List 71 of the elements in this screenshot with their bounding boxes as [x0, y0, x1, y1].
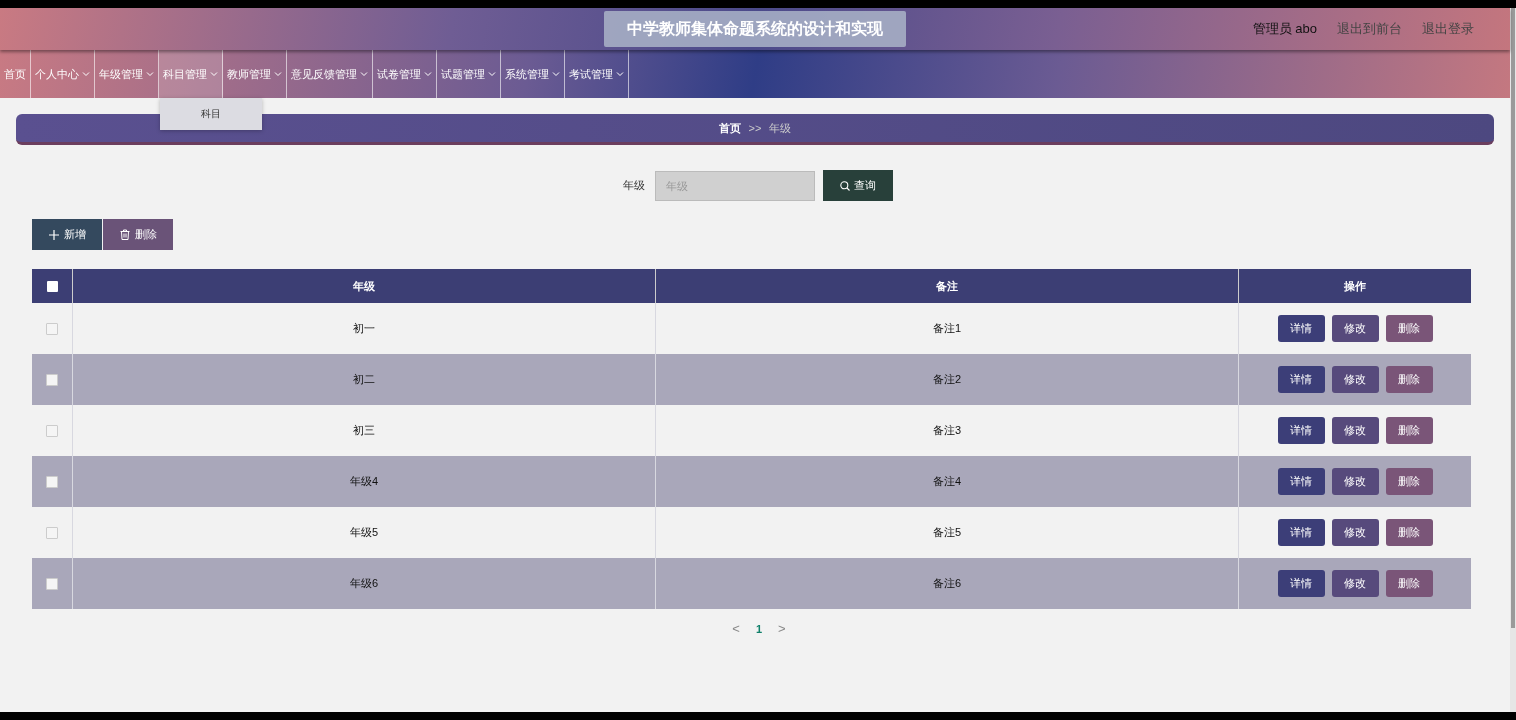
breadcrumb-link[interactable]: 首页 — [718, 120, 741, 136]
column-header: 备注 — [655, 269, 1238, 303]
nav-item[interactable]: 试卷管理 — [373, 50, 437, 98]
table-cell: 备注6 — [932, 576, 962, 591]
table-cell: 备注3 — [932, 423, 962, 438]
nav-item[interactable]: 试题管理 — [437, 50, 501, 98]
table-cell: 年级5 — [349, 525, 379, 540]
column-header: 操作 — [1238, 269, 1471, 303]
chevron-down-icon — [616, 71, 624, 77]
chevron-down-icon — [424, 71, 432, 77]
detail-button[interactable]: 详情 — [1277, 315, 1325, 342]
table-cell: 初二 — [353, 372, 375, 387]
menu-item[interactable]: 科目 — [160, 102, 262, 126]
table-cell: 备注2 — [932, 372, 962, 387]
breadcrumb-current: 年级 — [769, 120, 792, 136]
delete-button[interactable]: 删除 — [1385, 468, 1433, 495]
row-checkbox[interactable] — [46, 577, 58, 590]
edit-button[interactable]: 修改 — [1331, 570, 1379, 597]
delete-button[interactable]: 删除 — [1385, 315, 1433, 342]
table-cell: 年级6 — [349, 576, 379, 591]
search-label: 年级 — [622, 178, 645, 193]
edit-button[interactable]: 修改 — [1331, 468, 1379, 495]
chevron-down-icon — [146, 71, 154, 77]
chevron-down-icon — [488, 71, 496, 77]
search-button[interactable]: 查询 — [822, 170, 893, 201]
window-title: 中学教师集体命题系统的设计和实现 — [604, 11, 906, 47]
table-cell: 备注4 — [932, 474, 962, 489]
row-checkbox[interactable] — [46, 373, 58, 386]
add-button[interactable]: 新增 — [32, 219, 102, 250]
page-number[interactable]: 1 — [755, 622, 763, 635]
nav-item[interactable]: 年级管理 — [95, 50, 159, 98]
row-checkbox[interactable] — [46, 322, 58, 335]
search-icon — [839, 180, 850, 191]
chevron-down-icon — [360, 71, 368, 77]
detail-button[interactable]: 详情 — [1277, 417, 1325, 444]
column-header: 年级 — [72, 269, 655, 303]
delete-button[interactable]: 删除 — [103, 219, 173, 250]
user-name: 管理员 abo — [1252, 20, 1317, 38]
select-all-checkbox[interactable] — [46, 280, 58, 292]
table-cell: 初三 — [353, 423, 375, 438]
detail-button[interactable]: 详情 — [1277, 468, 1325, 495]
edit-button[interactable]: 修改 — [1331, 315, 1379, 342]
chevron-down-icon — [82, 71, 90, 77]
chevron-down-icon — [552, 71, 560, 77]
edit-button[interactable]: 修改 — [1331, 366, 1379, 393]
edit-button[interactable]: 修改 — [1331, 519, 1379, 546]
plus-icon — [48, 229, 59, 240]
detail-button[interactable]: 详情 — [1277, 570, 1325, 597]
nav-item[interactable]: 意见反馈管理 — [287, 50, 373, 98]
table-cell: 年级4 — [349, 474, 379, 489]
breadcrumb-separator: >> — [748, 122, 762, 134]
delete-button[interactable]: 删除 — [1385, 519, 1433, 546]
nav-item[interactable]: 系统管理 — [501, 50, 565, 98]
row-checkbox[interactable] — [46, 475, 58, 488]
nav-item[interactable]: 个人中心 — [31, 50, 95, 98]
detail-button[interactable]: 详情 — [1277, 366, 1325, 393]
detail-button[interactable]: 详情 — [1277, 519, 1325, 546]
nav-item[interactable]: 教师管理 — [223, 50, 287, 98]
row-checkbox[interactable] — [46, 424, 58, 437]
table-cell: 备注5 — [932, 525, 962, 540]
nav-item[interactable]: 考试管理 — [565, 50, 629, 98]
delete-button[interactable]: 删除 — [1385, 570, 1433, 597]
table-cell: 备注1 — [932, 321, 962, 336]
delete-button[interactable]: 删除 — [1385, 366, 1433, 393]
delete-button[interactable]: 删除 — [1385, 417, 1433, 444]
chevron-down-icon — [274, 71, 282, 77]
row-checkbox[interactable] — [46, 526, 58, 539]
chevron-down-icon — [210, 71, 218, 77]
table-cell: 初一 — [353, 321, 375, 336]
edit-button[interactable]: 修改 — [1331, 417, 1379, 444]
trash-icon — [119, 229, 130, 240]
